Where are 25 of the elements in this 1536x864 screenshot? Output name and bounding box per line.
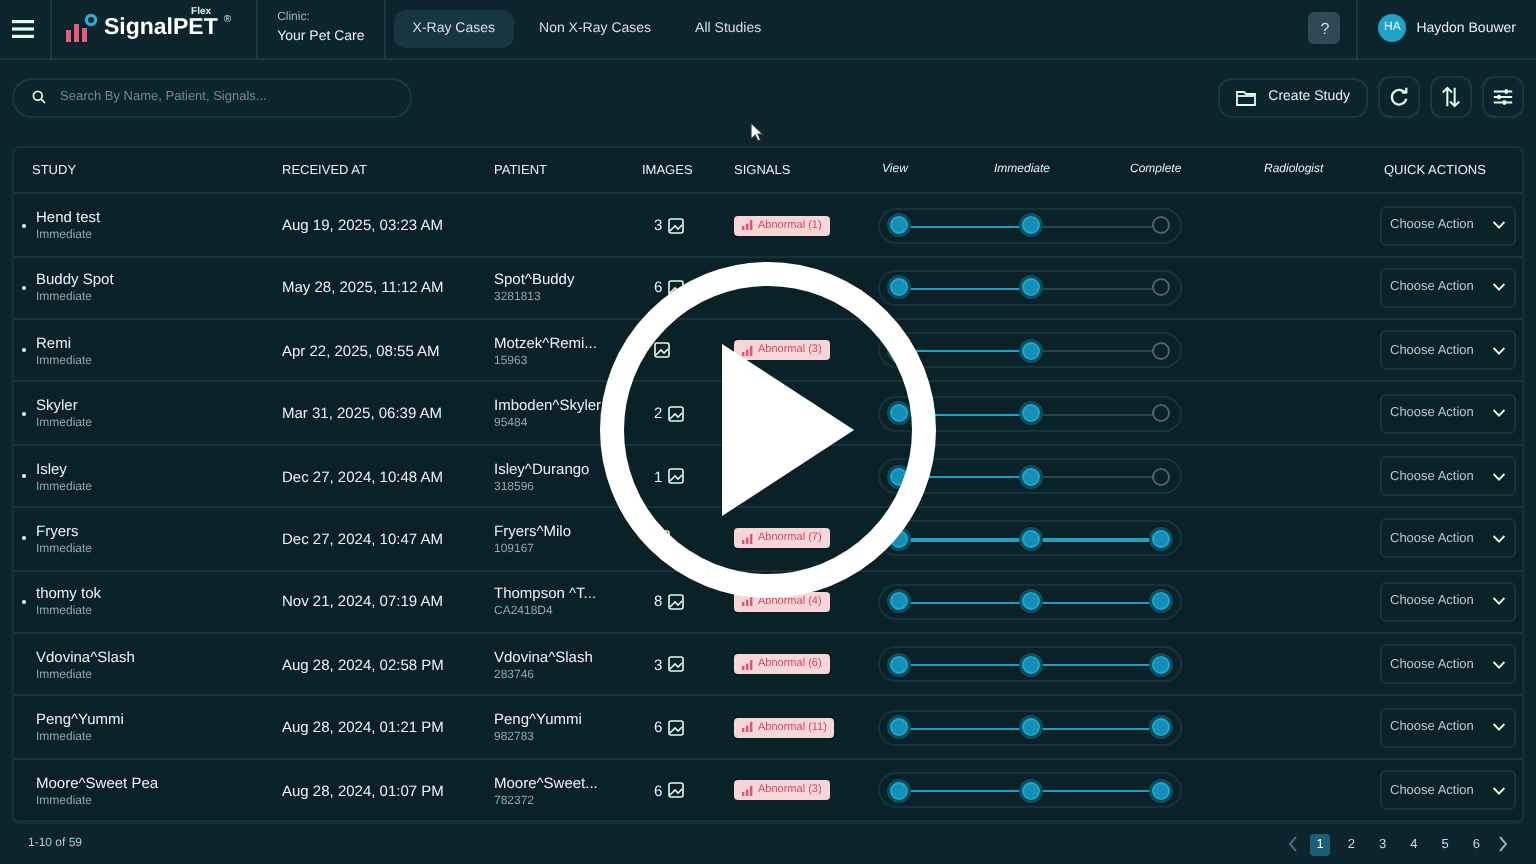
chevron-down-icon	[1492, 533, 1506, 544]
chevron-down-icon	[1492, 408, 1506, 419]
chevron-down-icon	[1492, 659, 1506, 670]
refresh-icon	[1388, 86, 1410, 108]
chevron-down-icon	[1492, 785, 1506, 796]
next-page-icon[interactable]	[1498, 836, 1508, 853]
chevron-down-icon	[1492, 220, 1506, 230]
chevron-down-icon	[1492, 345, 1506, 356]
filter-button[interactable]	[1482, 76, 1524, 118]
logo-icon	[66, 14, 98, 43]
chevron-down-icon	[1492, 282, 1506, 293]
previous-page-icon[interactable]	[1288, 836, 1299, 853]
logo-text: SignalPET	[104, 16, 218, 41]
folder-icon	[1236, 89, 1257, 105]
chevron-down-icon	[1492, 722, 1506, 733]
sort-button[interactable]	[1430, 76, 1472, 118]
menu-icon[interactable]	[12, 19, 34, 38]
help-button[interactable]: ?	[1308, 12, 1341, 45]
sort-icon	[1440, 86, 1462, 108]
filter-sliders-icon	[1492, 86, 1514, 108]
search-icon	[32, 90, 46, 104]
chevron-down-icon	[1492, 596, 1506, 607]
chevron-down-icon	[1492, 471, 1506, 482]
mouse-cursor-icon	[750, 121, 764, 142]
refresh-button[interactable]	[1378, 76, 1420, 118]
